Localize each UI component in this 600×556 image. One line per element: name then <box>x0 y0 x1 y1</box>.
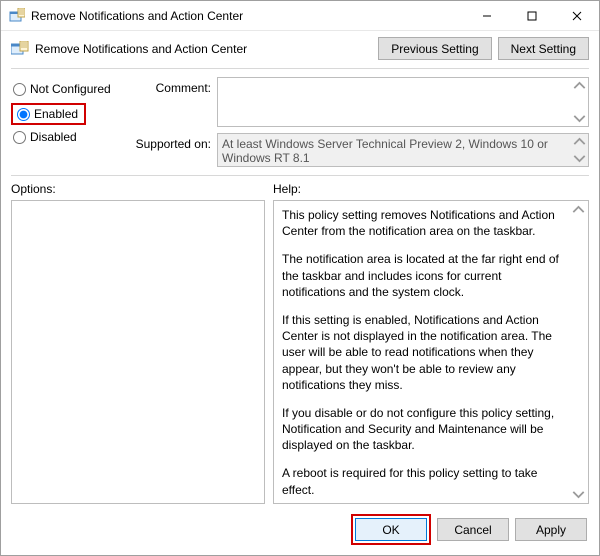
radio-enabled[interactable]: Enabled <box>15 106 80 122</box>
footer: OK Cancel Apply <box>1 504 599 555</box>
ok-button[interactable]: OK <box>355 518 427 541</box>
top-section: Not Configured Enabled Disabled Comment: <box>1 69 599 171</box>
next-setting-button[interactable]: Next Setting <box>498 37 589 60</box>
scroll-up-icon[interactable] <box>573 135 586 148</box>
mid-section: Options: Help: This policy setting remov… <box>1 176 599 504</box>
radio-disabled-input[interactable] <box>13 131 26 144</box>
help-paragraph: A reboot is required for this policy set… <box>282 465 568 497</box>
header-title: Remove Notifications and Action Center <box>35 42 372 56</box>
scroll-up-icon[interactable] <box>573 79 586 92</box>
radio-not-configured-label: Not Configured <box>30 82 111 96</box>
comment-row: Comment: <box>131 77 589 127</box>
policy-icon <box>11 41 29 57</box>
help-paragraph: If you disable or do not configure this … <box>282 405 568 454</box>
titlebar-title: Remove Notifications and Action Center <box>31 9 464 23</box>
supported-row: Supported on: At least Windows Server Te… <box>131 133 589 167</box>
comment-textarea[interactable] <box>217 77 589 127</box>
scroll-down-icon[interactable] <box>572 488 585 501</box>
titlebar: Remove Notifications and Action Center <box>1 1 599 31</box>
scroll-down-icon[interactable] <box>573 112 586 125</box>
scroll-up-icon[interactable] <box>572 203 585 216</box>
options-label: Options: <box>11 182 265 196</box>
field-column: Comment: Supported on: At least Windows … <box>131 77 589 167</box>
radio-enabled-input[interactable] <box>17 108 30 121</box>
close-button[interactable] <box>554 1 599 30</box>
previous-setting-button[interactable]: Previous Setting <box>378 37 491 60</box>
radio-not-configured-input[interactable] <box>13 83 26 96</box>
radio-enabled-label: Enabled <box>34 107 78 121</box>
minimize-button[interactable] <box>464 1 509 30</box>
help-paragraph: If this setting is enabled, Notification… <box>282 312 568 393</box>
help-column: Help: This policy setting removes Notifi… <box>273 182 589 504</box>
help-label: Help: <box>273 182 589 196</box>
radio-disabled[interactable]: Disabled <box>11 129 121 145</box>
scroll-down-icon[interactable] <box>573 152 586 165</box>
highlight-ok: OK <box>351 514 431 545</box>
help-panel[interactable]: This policy setting removes Notification… <box>273 200 589 504</box>
app-icon <box>9 8 25 24</box>
supported-label: Supported on: <box>131 133 211 151</box>
radio-not-configured[interactable]: Not Configured <box>11 81 121 97</box>
apply-button[interactable]: Apply <box>515 518 587 541</box>
cancel-button[interactable]: Cancel <box>437 518 509 541</box>
maximize-button[interactable] <box>509 1 554 30</box>
highlight-enabled: Enabled <box>11 103 86 125</box>
state-radio-group: Not Configured Enabled Disabled <box>11 77 121 167</box>
options-panel[interactable] <box>11 200 265 504</box>
help-paragraph: The notification area is located at the … <box>282 251 568 300</box>
header-row: Remove Notifications and Action Center P… <box>1 31 599 68</box>
help-paragraph: This policy setting removes Notification… <box>282 207 568 239</box>
supported-textbox: At least Windows Server Technical Previe… <box>217 133 589 167</box>
supported-value: At least Windows Server Technical Previe… <box>222 137 548 165</box>
dialog-window: Remove Notifications and Action Center R… <box>0 0 600 556</box>
radio-disabled-label: Disabled <box>30 130 77 144</box>
comment-label: Comment: <box>131 77 211 95</box>
options-column: Options: <box>11 182 265 504</box>
